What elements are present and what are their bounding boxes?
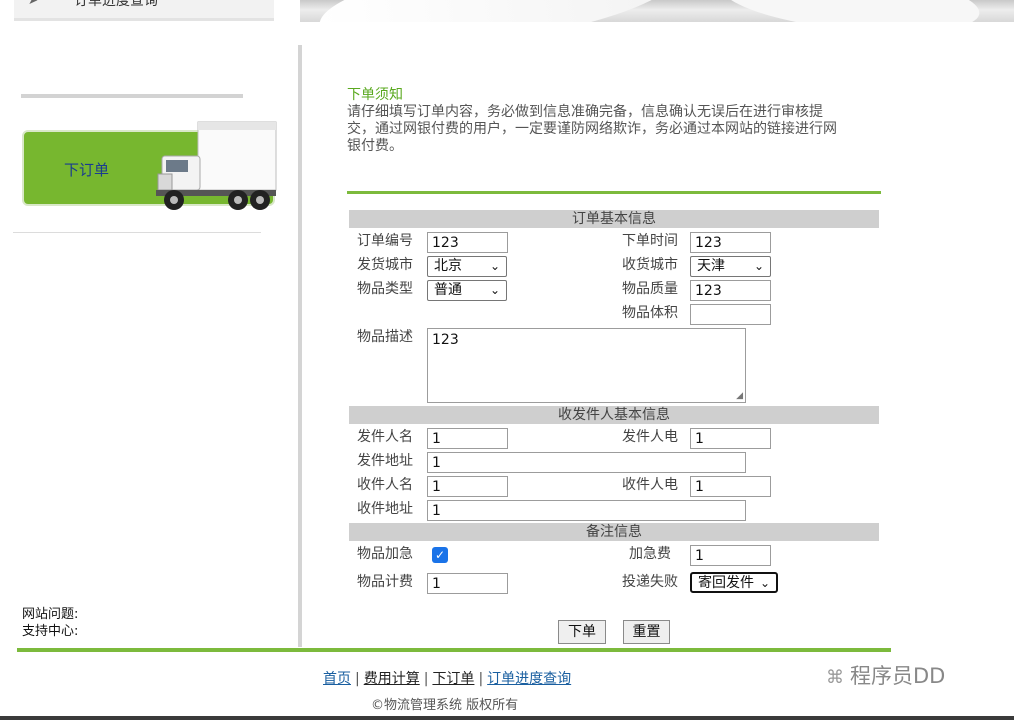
- resize-grip-icon[interactable]: ◢: [736, 391, 743, 401]
- from-city-value: 北京: [434, 258, 462, 274]
- copyright: ©物流管理系统 版权所有: [371, 698, 519, 713]
- sender-phone-input[interactable]: [690, 428, 771, 449]
- goods-desc-textarea[interactable]: 123 ◢: [427, 328, 746, 403]
- help-support-center: 支持中心:: [22, 624, 79, 639]
- from-city-label: 发货城市: [357, 257, 413, 273]
- from-city-select[interactable]: 北京 ⌄: [427, 256, 507, 277]
- sidebar-divider: [13, 232, 261, 233]
- place-order-label[interactable]: 下订单: [64, 159, 109, 180]
- submit-order-button[interactable]: 下单: [558, 620, 606, 644]
- watermark: ⌘ 程序员DD: [826, 660, 945, 690]
- urgent-fee-input[interactable]: [690, 545, 771, 566]
- notice-line: 请仔细填写订单内容，务必做到信息准确完备，信息确认无误后在进行审核提: [347, 104, 823, 120]
- goods-volume-label: 物品体积: [622, 305, 678, 321]
- order-no-input[interactable]: [427, 232, 508, 253]
- sender-name-label: 发件人名: [357, 429, 413, 445]
- footer-divider: [17, 648, 891, 652]
- notice-body: 请仔细填写订单内容，务必做到信息准确完备，信息确认无误后在进行审核提 交，通过网…: [347, 104, 879, 155]
- billing-label: 物品计费: [357, 574, 413, 590]
- sender-phone-label: 发件人电: [622, 429, 678, 445]
- section-header-people: 收发件人基本信息: [349, 406, 879, 424]
- menu-item-order-progress[interactable]: 订单进度查询: [74, 0, 158, 10]
- notice-line: 交，通过网银付费的用户，一定要谨防网络欺诈，务必通过本网站的链接进行网: [347, 121, 837, 137]
- chevron-down-icon: ⌄: [753, 259, 764, 273]
- goods-volume-input[interactable]: [690, 304, 771, 325]
- watermark-text: 程序员DD: [850, 664, 946, 688]
- wechat-icon: ⌘: [826, 667, 844, 688]
- footer-link-order-progress[interactable]: 订单进度查询: [487, 671, 571, 687]
- sidebar-divider: [21, 94, 243, 98]
- goods-type-label: 物品类型: [357, 281, 413, 297]
- to-city-label: 收货城市: [622, 257, 678, 273]
- to-city-value: 天津: [697, 258, 725, 274]
- top-menu-strip: ➤ 订单进度查询: [14, 0, 274, 21]
- top-banner: [300, 0, 1014, 22]
- receiver-name-input[interactable]: [427, 476, 508, 497]
- to-city-select[interactable]: 天津 ⌄: [690, 256, 771, 277]
- urgent-checkbox[interactable]: ✓: [432, 547, 448, 563]
- chevron-down-icon: ⌄: [759, 576, 770, 590]
- footer-link-fee-calc[interactable]: 费用计算: [364, 671, 420, 687]
- receiver-name-label: 收件人名: [357, 477, 413, 493]
- order-time-label: 下单时间: [622, 233, 678, 249]
- urgent-label: 物品加急: [357, 546, 413, 562]
- delivery-fail-label: 投递失败: [622, 574, 678, 590]
- sender-addr-input[interactable]: [427, 452, 746, 473]
- receiver-phone-label: 收件人电: [622, 477, 678, 493]
- goods-weight-label: 物品质量: [622, 281, 678, 297]
- receiver-phone-input[interactable]: [690, 476, 771, 497]
- order-no-label: 订单编号: [357, 233, 413, 249]
- menu-arrow-icon: ➤: [28, 0, 39, 7]
- vertical-divider: [298, 45, 302, 647]
- sender-name-input[interactable]: [427, 428, 508, 449]
- footer-separator: |: [478, 671, 484, 687]
- help-website-issue: 网站问题:: [22, 607, 79, 622]
- banner-swoosh: [314, 0, 682, 22]
- footer-separator: |: [355, 671, 360, 687]
- receiver-addr-label: 收件地址: [357, 501, 413, 517]
- goods-type-value: 普通: [434, 282, 462, 298]
- chevron-down-icon: ⌄: [489, 283, 500, 297]
- goods-type-select[interactable]: 普通 ⌄: [427, 280, 507, 301]
- window-bottom-edge: [0, 716, 1014, 720]
- notice-line: 银付费。: [347, 138, 403, 154]
- order-notice: 下单须知 请仔细填写订单内容，务必做到信息准确完备，信息确认无误后在进行审核提 …: [347, 87, 879, 155]
- help-info: 网站问题: 支持中心:: [22, 606, 78, 640]
- footer-link-place-order[interactable]: 下订单: [432, 671, 474, 687]
- receiver-addr-input[interactable]: [427, 500, 746, 521]
- sender-addr-label: 发件地址: [357, 453, 413, 469]
- banner-swoosh: [717, 0, 983, 22]
- truck-icon: [156, 121, 277, 210]
- notice-title: 下单须知: [347, 87, 403, 103]
- billing-input[interactable]: [427, 573, 508, 594]
- section-header-remarks: 备注信息: [349, 523, 879, 541]
- goods-desc-value: 123: [432, 332, 459, 348]
- footer-nav: 首页 | 费用计算 | 下订单 | 订单进度查询: [323, 668, 571, 688]
- urgent-fee-label: 加急费: [629, 546, 671, 562]
- delivery-fail-select[interactable]: 寄回发件 ⌄: [690, 572, 778, 593]
- order-time-input[interactable]: [690, 232, 771, 253]
- footer-link-home[interactable]: 首页: [323, 671, 351, 687]
- goods-weight-input[interactable]: [690, 280, 771, 301]
- footer-separator: |: [423, 671, 429, 687]
- notice-divider: [347, 191, 881, 194]
- chevron-down-icon: ⌄: [489, 259, 500, 273]
- goods-desc-label: 物品描述: [357, 329, 413, 345]
- reset-button[interactable]: 重置: [623, 620, 670, 644]
- section-header-basic: 订单基本信息: [349, 210, 879, 228]
- delivery-fail-value: 寄回发件: [698, 575, 754, 591]
